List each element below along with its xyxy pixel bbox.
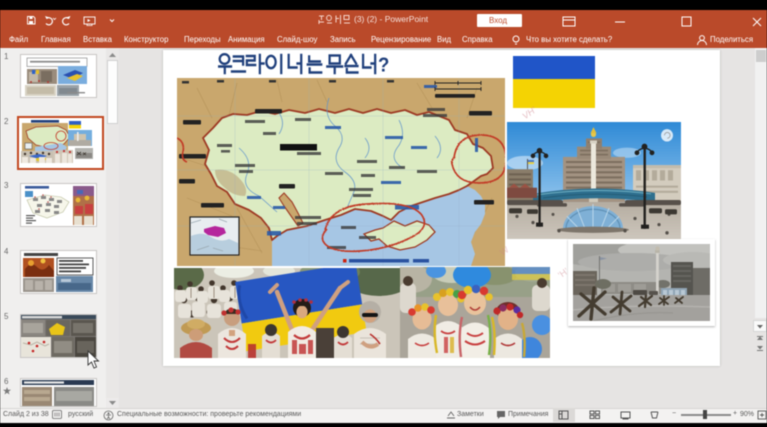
svg-text:?: ? [378, 55, 389, 76]
